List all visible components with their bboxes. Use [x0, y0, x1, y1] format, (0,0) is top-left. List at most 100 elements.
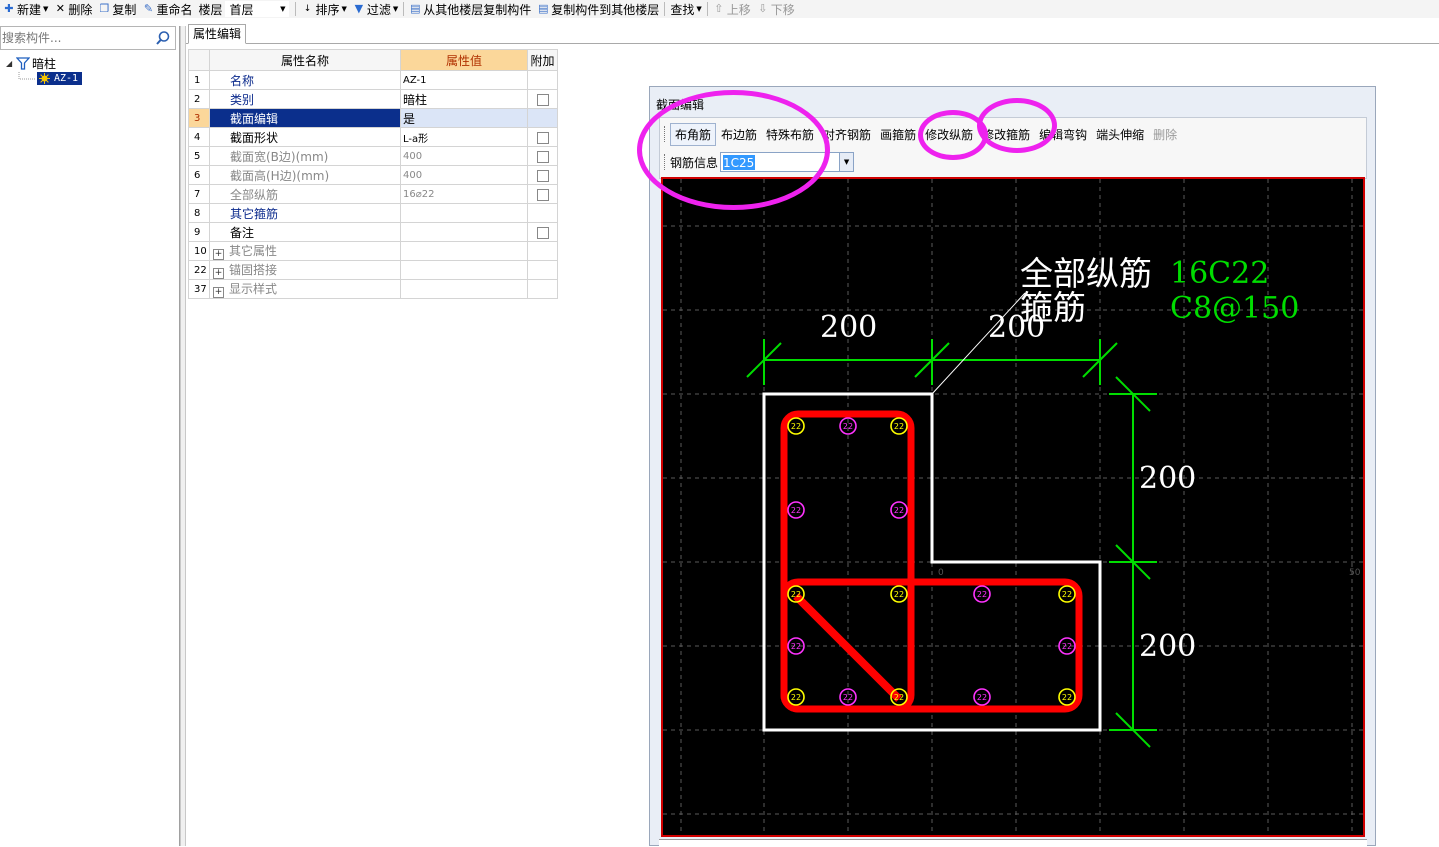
dimension-right-top: 200 [1139, 461, 1196, 496]
row-index: 7 [188, 184, 210, 204]
row-index: 37 [188, 279, 210, 299]
extra-header: 附加 [527, 49, 558, 71]
property-name-header: 属性名称 [209, 49, 401, 71]
toolbar-divider [664, 2, 666, 16]
draw-stirrup-button[interactable]: 画箍筋 [876, 124, 920, 145]
table-row[interactable]: 4 截面形状 L-a形 [188, 127, 558, 147]
property-value [400, 279, 528, 299]
delete-button[interactable]: ✕ 删除 [51, 0, 95, 18]
property-name: 截面宽(B边)(mm) [209, 146, 401, 166]
property-value: 16⌀22 [400, 184, 528, 204]
table-row[interactable]: 8 其它箍筋 [188, 203, 558, 223]
filter-button[interactable]: ▼ 过滤 ▼ [350, 0, 401, 18]
row-index: 22 [188, 260, 210, 280]
copy-label: 复制 [112, 2, 137, 17]
copy-button[interactable]: ❐ 复制 [95, 0, 139, 18]
table-row[interactable]: 7 全部纵筋 16⌀22 [188, 184, 558, 204]
expand-icon[interactable]: + [213, 268, 224, 279]
extra-checkbox[interactable] [536, 93, 549, 106]
rebar-size-label: 22 [791, 506, 801, 515]
property-group-label: 显示样式 [229, 282, 278, 296]
property-name: 截面高(H边)(mm) [209, 165, 401, 185]
floor-select[interactable]: 首层 ▼ [225, 1, 290, 17]
move-up-button[interactable]: ⇧ 上移 [710, 0, 754, 18]
extra-cell [527, 165, 558, 185]
floor-label: 楼层 [198, 2, 223, 17]
row-index: 9 [188, 222, 210, 242]
copy-from-floor-button[interactable]: ▤ 从其他楼层复制构件 [406, 0, 534, 18]
extra-cell [527, 279, 558, 299]
dimension-right-bottom: 200 [1139, 629, 1196, 664]
extra-checkbox[interactable] [536, 131, 549, 144]
property-name: 全部纵筋 [209, 184, 401, 204]
move-up-label: 上移 [726, 2, 751, 17]
property-group[interactable]: + 其它属性 [209, 241, 401, 261]
rebar-size-label: 22 [894, 422, 904, 431]
property-value[interactable]: 是 [400, 108, 528, 128]
find-label: 查找 [670, 2, 695, 17]
rename-button[interactable]: ✎ 重命名 [139, 0, 195, 18]
toolbar-divider [706, 2, 708, 16]
property-value[interactable]: AZ-1 [400, 70, 528, 90]
section-delete-button[interactable]: 删除 [1149, 124, 1181, 145]
rebar-size-label: 22 [894, 590, 904, 599]
property-group[interactable]: + 显示样式 [209, 279, 401, 299]
axis-label-right: 50 [1349, 568, 1361, 578]
rename-label: 重命名 [156, 2, 193, 17]
extra-cell [527, 203, 558, 223]
property-value[interactable]: L-a形 [400, 127, 528, 147]
tab-property-edit[interactable]: 属性编辑 [188, 24, 247, 44]
table-row[interactable]: 2 类别 暗柱 [188, 89, 558, 109]
dimension-top-left: 200 [820, 310, 877, 345]
floor-value: 首层 [229, 2, 254, 17]
property-name: 名称 [209, 70, 401, 90]
layers-icon: ▤ [410, 2, 421, 15]
table-row[interactable]: 3 截面编辑 是 [188, 108, 558, 128]
copy-icon: ❐ [99, 2, 110, 15]
section-drawing-canvas[interactable]: 0 50 22 22 22 22 22 22 22 22 22 22 22 22 22 22 22 22 [661, 177, 1365, 837]
move-down-button[interactable]: ⇩ 下移 [754, 0, 798, 18]
expand-icon[interactable]: + [213, 287, 224, 298]
extra-checkbox[interactable] [536, 226, 549, 239]
rebar-size-label: 22 [894, 693, 904, 702]
table-row[interactable]: 5 截面宽(B边)(mm) 400 [188, 146, 558, 166]
expand-icon[interactable]: + [213, 249, 224, 260]
table-row[interactable]: 1 名称 AZ-1 [188, 70, 558, 90]
search-icon[interactable] [155, 30, 171, 46]
highlight-circle-modify-stirrup [977, 98, 1057, 153]
table-row[interactable]: 6 截面高(H边)(mm) 400 [188, 165, 558, 185]
extra-checkbox[interactable] [536, 150, 549, 163]
rebar-size-label: 22 [1062, 693, 1072, 702]
tree-connector [18, 72, 36, 80]
section-outline [762, 392, 1102, 732]
extra-cell [527, 222, 558, 242]
property-value[interactable]: 暗柱 [400, 89, 528, 109]
end-extend-button[interactable]: 端头伸缩 [1092, 124, 1148, 145]
extra-checkbox[interactable] [536, 188, 549, 201]
property-name: 截面编辑 [209, 108, 401, 128]
property-value[interactable] [400, 203, 528, 223]
sort-label: 排序 [315, 2, 340, 17]
extra-checkbox[interactable] [536, 169, 549, 182]
property-value [400, 260, 528, 280]
sort-button[interactable]: ↓ 排序 ▼ [298, 0, 349, 18]
rebar-size-label: 22 [791, 422, 801, 431]
property-value-header: 属性值 [400, 49, 528, 71]
copy-to-floor-button[interactable]: ▤ 复制构件到其他楼层 [534, 0, 662, 18]
table-row[interactable]: 22 + 锚固搭接 [188, 260, 558, 280]
find-button[interactable]: 查找 ▼ [667, 0, 704, 18]
rebar-size-label: 22 [791, 642, 801, 651]
table-row[interactable]: 10 + 其它属性 [188, 241, 558, 261]
property-value[interactable] [400, 222, 528, 242]
table-row[interactable]: 37 + 显示样式 [188, 279, 558, 299]
extra-cell [527, 241, 558, 261]
highlight-circle-corner-rebar [637, 90, 830, 210]
table-row[interactable]: 9 备注 [188, 222, 558, 242]
property-group-label: 其它属性 [229, 244, 278, 258]
rebar-size-label: 22 [894, 506, 904, 515]
property-group[interactable]: + 锚固搭接 [209, 260, 401, 280]
panel-splitter[interactable] [180, 26, 186, 846]
search-input[interactable] [2, 30, 152, 46]
chevron-down-icon[interactable]: ▼ [839, 153, 854, 171]
new-button[interactable]: ✚ 新建 ▼ [0, 0, 51, 18]
